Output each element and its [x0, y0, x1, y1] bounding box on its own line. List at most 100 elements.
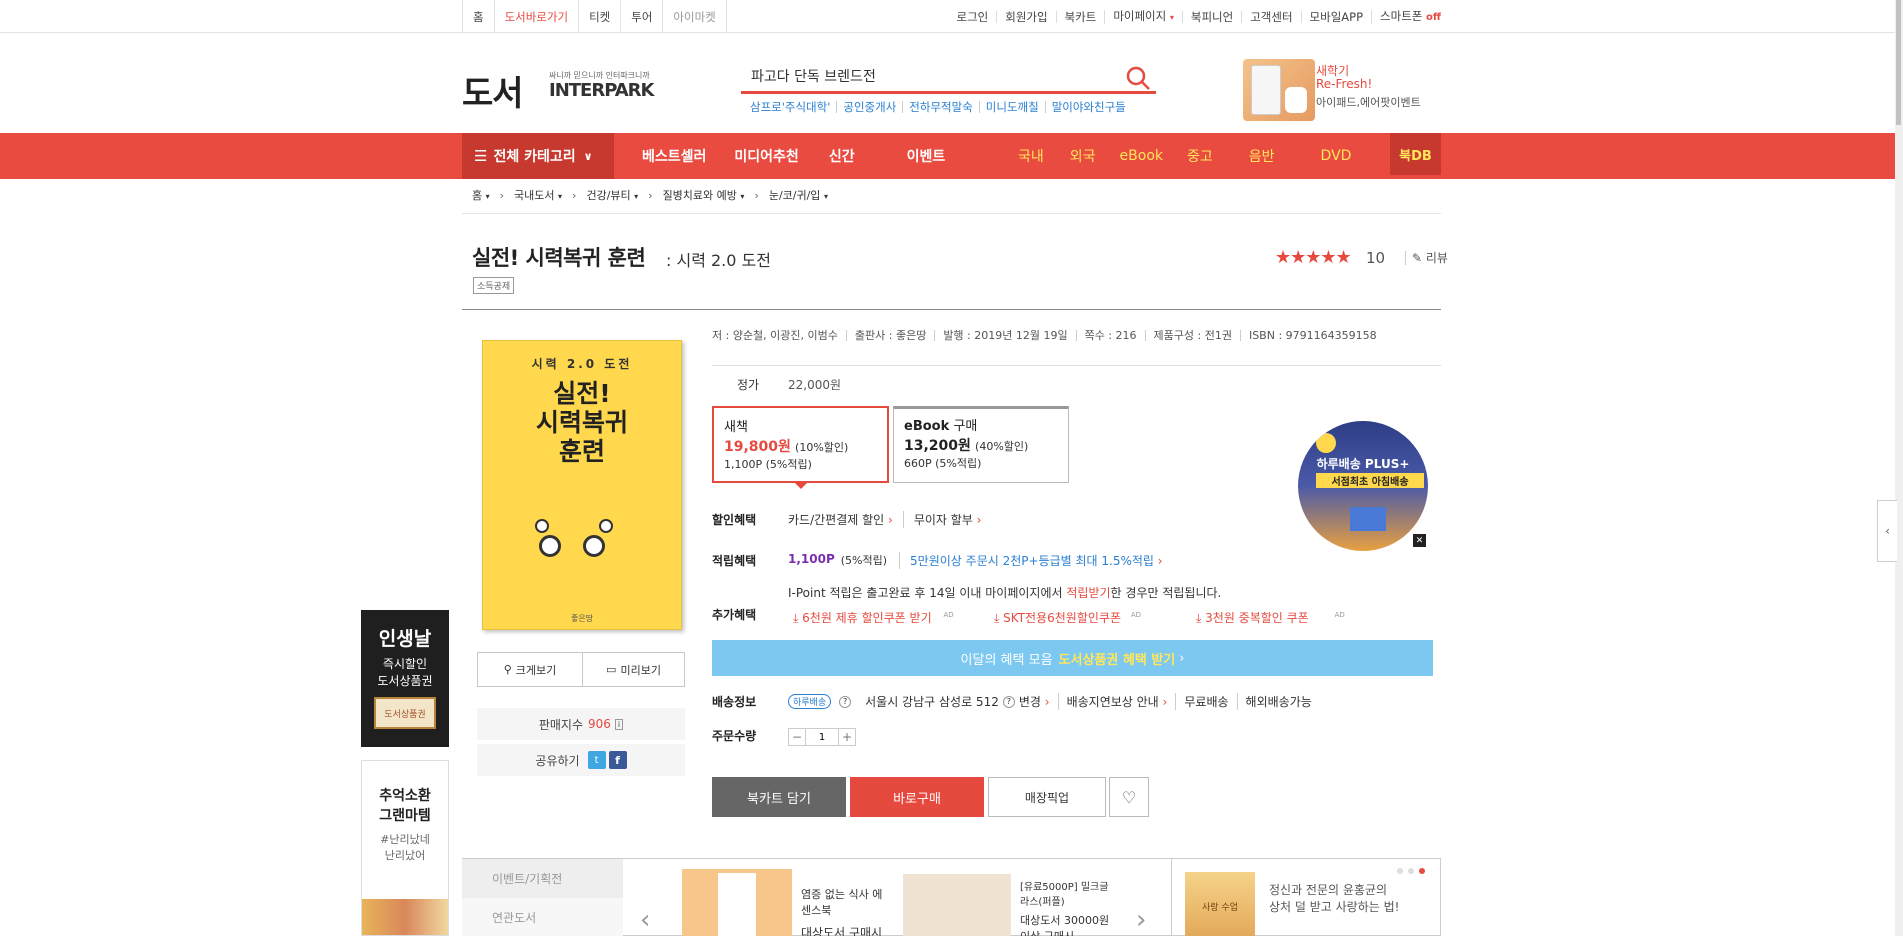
hot-keyword[interactable]: 전하무적말숙	[902, 101, 978, 113]
logo-interpark[interactable]: INTERPARK	[549, 80, 654, 101]
ad-line: 도서상품권	[377, 674, 433, 688]
monthly-benefit-banner[interactable]: 이달의 혜택 모음 도서상품권 혜택 받기 ›	[712, 640, 1433, 676]
book-cover[interactable]: 시력 2.0 도전 실전! 시력복귀 훈련 좋은땅	[482, 340, 682, 630]
mobile-app-link[interactable]: 모바일APP	[1300, 10, 1371, 23]
info-icon[interactable]: i	[614, 718, 624, 730]
smartphone-link[interactable]: 스마트폰 off	[1371, 8, 1441, 24]
close-icon[interactable]: ✕	[1413, 534, 1426, 547]
tab-events[interactable]: 이벤트/기획전	[462, 859, 623, 898]
help-icon[interactable]: ?	[839, 695, 852, 708]
coupon-2[interactable]: ⤓ SKT전용6천원할인쿠폰 AD	[994, 609, 1141, 626]
event-image-2[interactable]	[903, 874, 1011, 936]
event-text-2[interactable]: [유료5000P] 밀크글 라스(퍼플) 대상도서 30000원 이상 구매시	[1020, 878, 1109, 936]
hot-keyword[interactable]: 삼프로'주식대학'	[750, 101, 836, 113]
new-book-option[interactable]: 새책 19,800원 (10%할인) 1,100P (5%적립)	[712, 406, 889, 489]
zoom-button[interactable]: ⚲ 크게보기	[477, 652, 583, 687]
change-address-link[interactable]: 변경 ›	[1019, 693, 1050, 710]
hot-keyword[interactable]: 미니도깨칠	[978, 101, 1045, 113]
nav-ebook[interactable]: eBook	[1120, 148, 1163, 164]
ipoint-claim-link[interactable]: 적립받기	[1066, 586, 1110, 600]
meta-publisher[interactable]: 출판사 : 좋은땅	[845, 330, 934, 341]
review-link[interactable]: ✎ 리뷰	[1405, 249, 1448, 266]
breadcrumb-eye[interactable]: 눈/코/귀/입 ▾	[769, 187, 828, 203]
chevron-right-icon: ›	[976, 513, 982, 527]
carousel-dot[interactable]	[1408, 868, 1414, 874]
signup-link[interactable]: 회원가입	[996, 10, 1055, 23]
promo-subtitle[interactable]: Re-Fresh!	[1316, 77, 1372, 91]
coupon-1[interactable]: ⤓ 6천원 제휴 할인쿠폰 받기 AD	[793, 609, 954, 626]
side-book-text[interactable]: 정신과 전문의 윤홍균의 상처 덜 받고 사랑하는 법!	[1269, 881, 1399, 915]
buy-now-button[interactable]: 바로구매	[850, 777, 984, 817]
left-ad-grandma[interactable]: 추억소환 그랜마템 #난리났네 난리났어	[361, 760, 449, 936]
chevron-right-icon[interactable]: ›	[1136, 905, 1146, 935]
hot-keyword[interactable]: 공인중개사	[836, 101, 902, 113]
breadcrumb-home[interactable]: 홈 ▾	[472, 187, 490, 203]
nav-domestic[interactable]: 국내	[1018, 146, 1044, 166]
nav-music[interactable]: 음반	[1249, 146, 1275, 166]
bookcart-link[interactable]: 북카트	[1055, 10, 1105, 23]
top-nav-books[interactable]: 도서바로가기	[495, 0, 580, 33]
nav-dvd[interactable]: DVD	[1321, 148, 1352, 164]
top-nav-ticket[interactable]: 티켓	[579, 0, 622, 33]
all-category-button[interactable]: ☰ 전체 카테고리 ∨	[462, 133, 614, 179]
left-ad-gift-card[interactable]: 인생날 즉시할인 도서상품권 도서상품권	[361, 610, 449, 747]
coupon-3[interactable]: ⤓ 3천원 중복할인 쿠폰 AD	[1196, 609, 1345, 626]
plus-icon[interactable]: +	[838, 729, 855, 745]
page-scrollbar[interactable]	[1895, 0, 1903, 936]
breadcrumb-domestic[interactable]: 국내도서 ▾	[514, 187, 562, 203]
nav-bestseller[interactable]: 베스트셀러	[642, 146, 706, 166]
promo-image[interactable]	[1243, 59, 1315, 121]
chevron-left-icon[interactable]: ‹	[640, 905, 650, 935]
nav-media-pick[interactable]: 미디어추천	[734, 146, 798, 166]
selected-arrow-icon	[794, 482, 808, 489]
ebook-option[interactable]: eBook 구매 13,200원 (40%할인) 660P (5%적립)	[893, 406, 1069, 483]
bookdb-button[interactable]: 북DB	[1390, 133, 1441, 175]
breadcrumb-disease[interactable]: 질병치료와 예방 ▾	[663, 187, 745, 203]
bookpinion-link[interactable]: 북피니언	[1181, 10, 1241, 23]
eye-icon	[535, 519, 549, 533]
side-panel-toggle[interactable]: ‹	[1877, 500, 1897, 562]
quantity-input[interactable]	[806, 729, 838, 745]
login-link[interactable]: 로그인	[948, 11, 996, 23]
nav-event[interactable]: 이벤트	[907, 146, 946, 166]
logo-books[interactable]: 도서	[462, 66, 524, 115]
ad-gift-card-image: 도서상품권	[374, 697, 436, 729]
nav-new[interactable]: 신간	[829, 146, 855, 166]
tab-related-books[interactable]: 연관도서	[462, 898, 623, 936]
twitter-icon[interactable]: t	[587, 751, 606, 769]
card-discount-link[interactable]: 카드/간편결제 할인 ›	[788, 511, 893, 528]
same-day-delivery-badge[interactable]: 하루배송 PLUS+ 서점최초 아침배송	[1298, 421, 1428, 551]
top-nav-imarket[interactable]: 아이마켓	[663, 0, 727, 33]
installment-link[interactable]: 무이자 할부 ›	[902, 511, 982, 528]
hot-keyword[interactable]: 말이야와친구들	[1044, 101, 1132, 113]
nav-used[interactable]: 중고	[1187, 146, 1213, 166]
breadcrumb-health[interactable]: 건강/뷰티 ▾	[586, 187, 638, 203]
delay-compensation-link[interactable]: 배송지연보상 안내 ›	[1057, 693, 1167, 710]
top-nav-tour[interactable]: 투어	[621, 0, 664, 33]
meta-author[interactable]: 저 : 양순철, 이광진, 이범수	[712, 330, 846, 341]
side-book-image[interactable]: 사랑 수업	[1185, 872, 1255, 936]
carousel-dot-active[interactable]	[1419, 868, 1425, 874]
nav-foreign[interactable]: 외국	[1070, 146, 1096, 166]
scrollbar-thumb[interactable]	[1896, 0, 1901, 125]
top-nav-home[interactable]: 홈	[463, 0, 495, 33]
points-extra-link[interactable]: 5만원이상 주문시 2천P+등급별 최대 1.5%적립 ›	[899, 552, 1163, 569]
customer-center-link[interactable]: 고객센터	[1241, 10, 1300, 23]
smartphone-label: 스마트폰	[1380, 8, 1423, 23]
facebook-icon[interactable]: f	[608, 751, 627, 769]
store-pickup-button[interactable]: 매장픽업	[988, 777, 1106, 817]
preview-button[interactable]: ▭ 미리보기	[582, 652, 685, 687]
add-to-cart-button[interactable]: 북카트 담기	[712, 777, 846, 817]
search-icon[interactable]	[1124, 64, 1152, 92]
promo-description[interactable]: 아이패드,에어팟이벤트	[1316, 94, 1421, 110]
wishlist-button[interactable]: ♡	[1109, 777, 1149, 817]
event-image-1[interactable]	[682, 869, 792, 936]
mypage-link[interactable]: 마이페이지 ▾	[1104, 9, 1182, 24]
option-label-suffix: 구매	[953, 419, 978, 434]
carousel-dot[interactable]	[1397, 868, 1403, 874]
search-input[interactable]	[741, 67, 1101, 84]
event-text-1[interactable]: 염증 없는 식사 에 센스북 대상도서 구매시	[801, 886, 882, 936]
overseas-shipping: 해외배송가능	[1236, 693, 1312, 710]
help-icon[interactable]: ?	[1002, 695, 1015, 708]
minus-icon[interactable]: −	[789, 729, 806, 745]
